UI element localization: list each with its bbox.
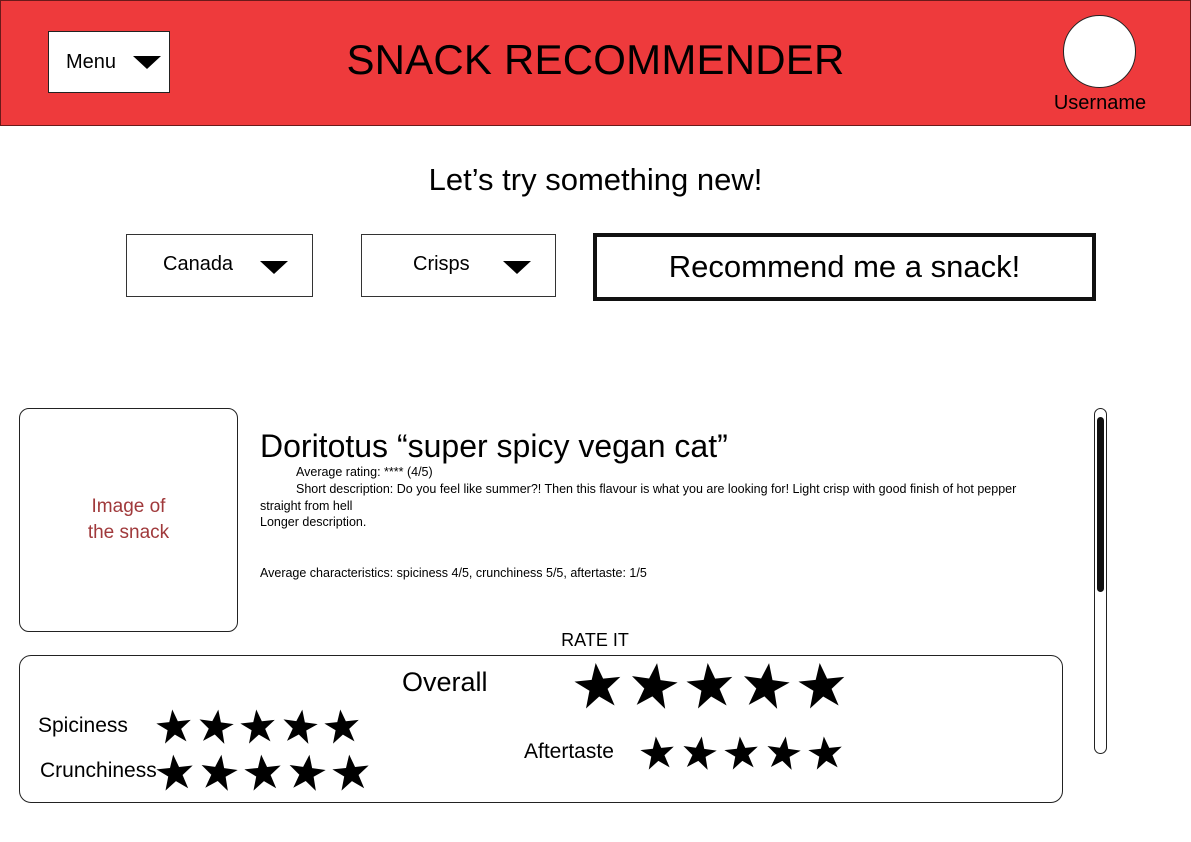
star-icon[interactable]	[574, 661, 622, 709]
spiciness-label: Spiciness	[38, 714, 128, 737]
overall-stars	[574, 661, 846, 709]
crunchiness-stars	[156, 753, 370, 791]
rate-it-title: RATE IT	[561, 630, 629, 650]
short-description: Short description: Do you feel like summ…	[260, 482, 1017, 513]
crunchiness-label: Crunchiness	[40, 759, 157, 782]
recommend-button[interactable]: Recommend me a snack!	[593, 233, 1096, 301]
tagline: Let’s try something new!	[428, 162, 763, 197]
app-title: SNACK RECOMMENDER	[346, 36, 845, 83]
star-icon[interactable]	[324, 708, 360, 744]
snack-type-dropdown[interactable]: Crisps	[361, 234, 556, 297]
star-icon[interactable]	[288, 753, 326, 791]
avatar[interactable]	[1063, 15, 1136, 88]
star-icon[interactable]	[630, 661, 678, 709]
chevron-down-icon	[503, 261, 531, 274]
spiciness-stars	[156, 708, 360, 744]
scrollbar-thumb[interactable]	[1097, 417, 1104, 592]
snack-image-placeholder: Image of the snack	[19, 408, 238, 632]
star-icon[interactable]	[156, 753, 194, 791]
chevron-down-icon	[260, 261, 288, 274]
star-icon[interactable]	[766, 735, 801, 770]
aftertaste-label: Aftertaste	[524, 740, 614, 763]
star-icon[interactable]	[244, 753, 282, 791]
snack-name: Doritotus “super spicy vegan cat”	[260, 428, 728, 464]
star-icon[interactable]	[282, 708, 318, 744]
star-icon[interactable]	[198, 708, 234, 744]
aftertaste-stars	[640, 735, 843, 770]
longer-description: Longer description.	[260, 515, 367, 529]
star-icon[interactable]	[724, 735, 759, 770]
star-icon[interactable]	[156, 708, 192, 744]
country-dropdown[interactable]: Canada	[126, 234, 313, 297]
overall-label: Overall	[402, 667, 488, 697]
username-label[interactable]: Username	[1040, 92, 1160, 115]
star-icon[interactable]	[742, 661, 790, 709]
star-icon[interactable]	[240, 708, 276, 744]
snack-type-dropdown-value: Crisps	[413, 253, 470, 275]
star-icon[interactable]	[798, 661, 846, 709]
star-icon[interactable]	[686, 661, 734, 709]
star-icon[interactable]	[640, 735, 675, 770]
average-characteristics: Average characteristics: spiciness 4/5, …	[260, 566, 647, 580]
star-icon[interactable]	[682, 735, 717, 770]
recommend-button-label: Recommend me a snack!	[668, 249, 1021, 284]
snack-image-placeholder-text: Image of the snack	[87, 496, 170, 543]
star-icon[interactable]	[332, 753, 370, 791]
star-icon[interactable]	[200, 753, 238, 791]
average-rating: Average rating: **** (4/5)	[296, 465, 433, 479]
star-icon[interactable]	[808, 735, 843, 770]
country-dropdown-value: Canada	[163, 253, 234, 275]
